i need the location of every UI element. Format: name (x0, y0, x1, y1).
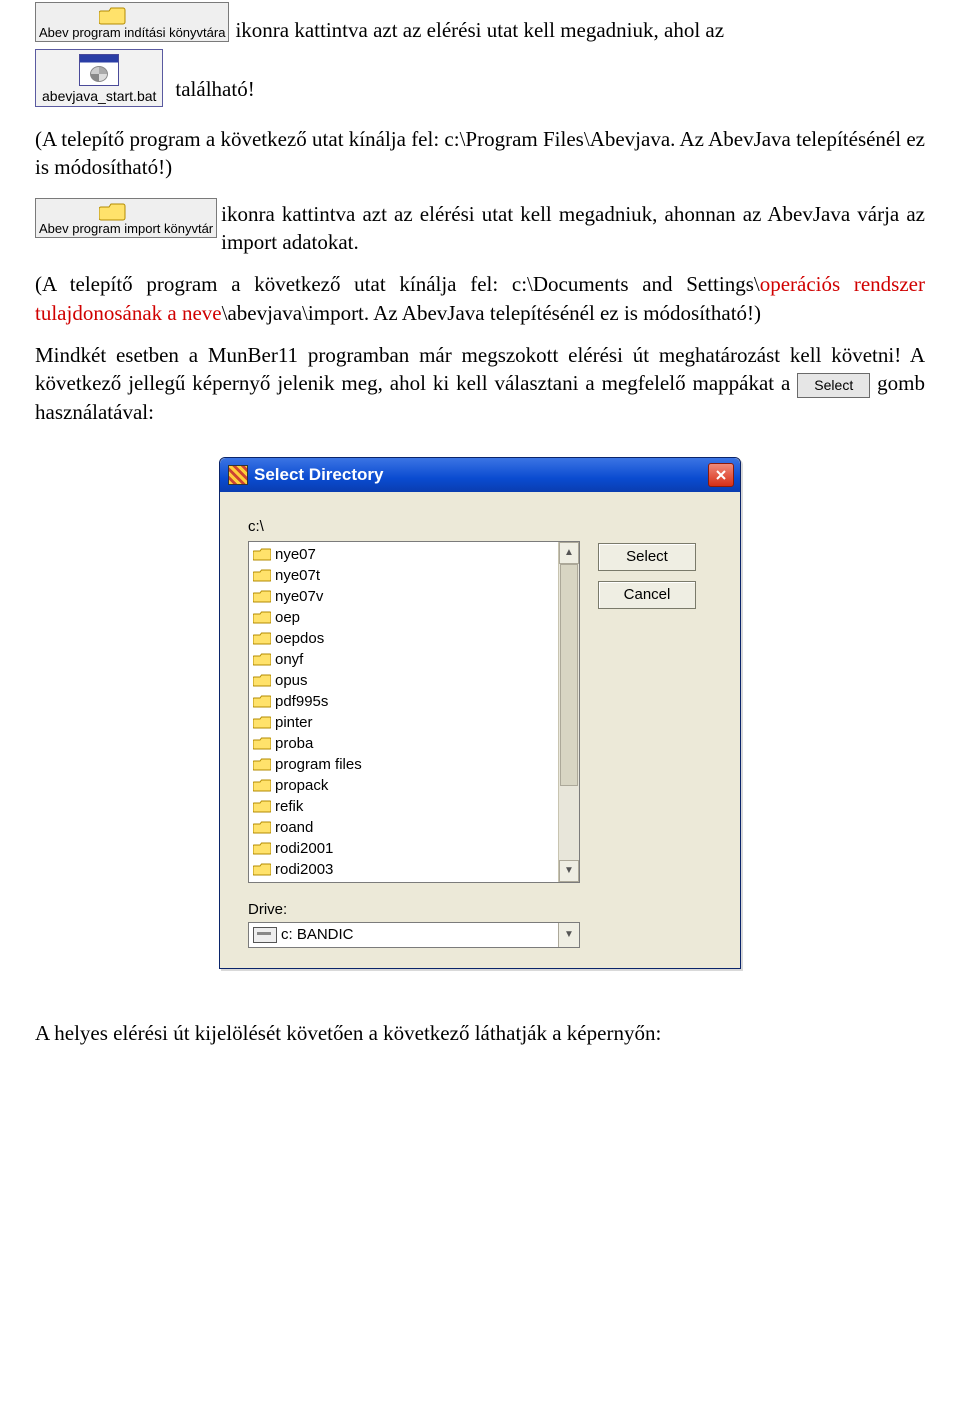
list-item-label: pinter (275, 714, 313, 731)
list-item[interactable]: rodi2003 (253, 859, 558, 880)
list-item-label: roand (275, 819, 313, 836)
list-item[interactable]: pinter (253, 712, 558, 733)
list-item-label: rodi2003 (275, 861, 333, 878)
list-item[interactable]: nye07t (253, 565, 558, 586)
scroll-down-button[interactable]: ▼ (559, 860, 579, 882)
list-item-label: program files (275, 756, 362, 773)
close-icon (715, 469, 727, 481)
paragraph-2: (A telepítő program a következő utat kín… (35, 270, 925, 327)
start-folder-chip[interactable]: Abev program indítási könyvtára (35, 2, 229, 42)
batch-file-icon (79, 54, 119, 86)
list-item-label: opus (275, 672, 308, 689)
list-item[interactable]: onyf (253, 649, 558, 670)
list-item[interactable]: roand (253, 817, 558, 838)
list-item[interactable]: program files (253, 754, 558, 775)
list-item-label: propack (275, 777, 328, 794)
paragraph-tail: A helyes elérési út kijelölését követően… (35, 1019, 925, 1047)
list-item[interactable]: refik (253, 796, 558, 817)
listbox-scrollbar[interactable]: ▲ ▼ (558, 542, 579, 882)
text-after-chip1: ikonra kattintva azt az elérési utat kel… (235, 0, 925, 43)
drive-value: c: BANDIC (281, 926, 558, 943)
list-item-label: onyf (275, 651, 303, 668)
bat-file-chip[interactable]: abevjava_start.bat (35, 49, 163, 107)
list-item-label: nye07t (275, 567, 320, 584)
dialog-app-icon (228, 465, 248, 485)
text-after-bat: található! (175, 55, 254, 102)
drive-icon (253, 927, 277, 943)
dialog-titlebar[interactable]: Select Directory (220, 458, 740, 492)
list-item[interactable]: oepdos (253, 628, 558, 649)
paragraph-1: (A telepítő program a következő utat kín… (35, 125, 925, 182)
list-item[interactable]: pdf995s (253, 691, 558, 712)
list-item[interactable]: proba (253, 733, 558, 754)
start-folder-label: Abev program indítási könyvtára (39, 25, 225, 40)
list-item[interactable]: rodi2001 (253, 838, 558, 859)
close-button[interactable] (708, 463, 734, 487)
directory-listbox[interactable]: nye07 nye07t nye07v oep oepdos onyf opus pdf995… (248, 541, 580, 883)
list-item-label: pdf995s (275, 693, 328, 710)
list-item[interactable]: nye07 (253, 544, 558, 565)
chevron-down-icon: ▼ (558, 923, 579, 947)
import-folder-chip[interactable]: Abev program import könyvtár (35, 198, 217, 238)
import-folder-label: Abev program import könyvtár (39, 221, 213, 236)
list-item[interactable]: oep (253, 607, 558, 628)
drive-label: Drive: (248, 901, 720, 918)
text-after-chip2: ikonra kattintva azt az elérési utat kel… (221, 196, 925, 257)
scroll-up-button[interactable]: ▲ (559, 542, 579, 564)
select-button-inline[interactable]: Select (797, 373, 870, 398)
list-item-label: nye07v (275, 588, 323, 605)
bat-file-label: abevjava_start.bat (42, 88, 156, 104)
folder-icon (99, 5, 127, 25)
list-item-label: rodi2001 (275, 840, 333, 857)
current-path-label: c:\ (248, 518, 720, 535)
list-item-label: refik (275, 798, 303, 815)
folder-icon (99, 201, 127, 221)
cancel-button[interactable]: Cancel (598, 581, 696, 609)
list-item[interactable]: propack (253, 775, 558, 796)
drive-select[interactable]: c: BANDIC ▼ (248, 922, 580, 948)
list-item-label: oepdos (275, 630, 324, 647)
list-item[interactable]: nye07v (253, 586, 558, 607)
dialog-title: Select Directory (254, 465, 708, 485)
scroll-thumb[interactable] (560, 564, 578, 786)
select-directory-dialog: Select Directory c:\ nye07 nye07t nye07v oe… (219, 457, 741, 969)
select-button[interactable]: Select (598, 543, 696, 571)
list-item[interactable]: opus (253, 670, 558, 691)
list-item-label: proba (275, 735, 313, 752)
list-item-label: nye07 (275, 546, 316, 563)
list-item-label: oep (275, 609, 300, 626)
paragraph-3: Mindkét esetben a MunBer11 programban má… (35, 341, 925, 427)
